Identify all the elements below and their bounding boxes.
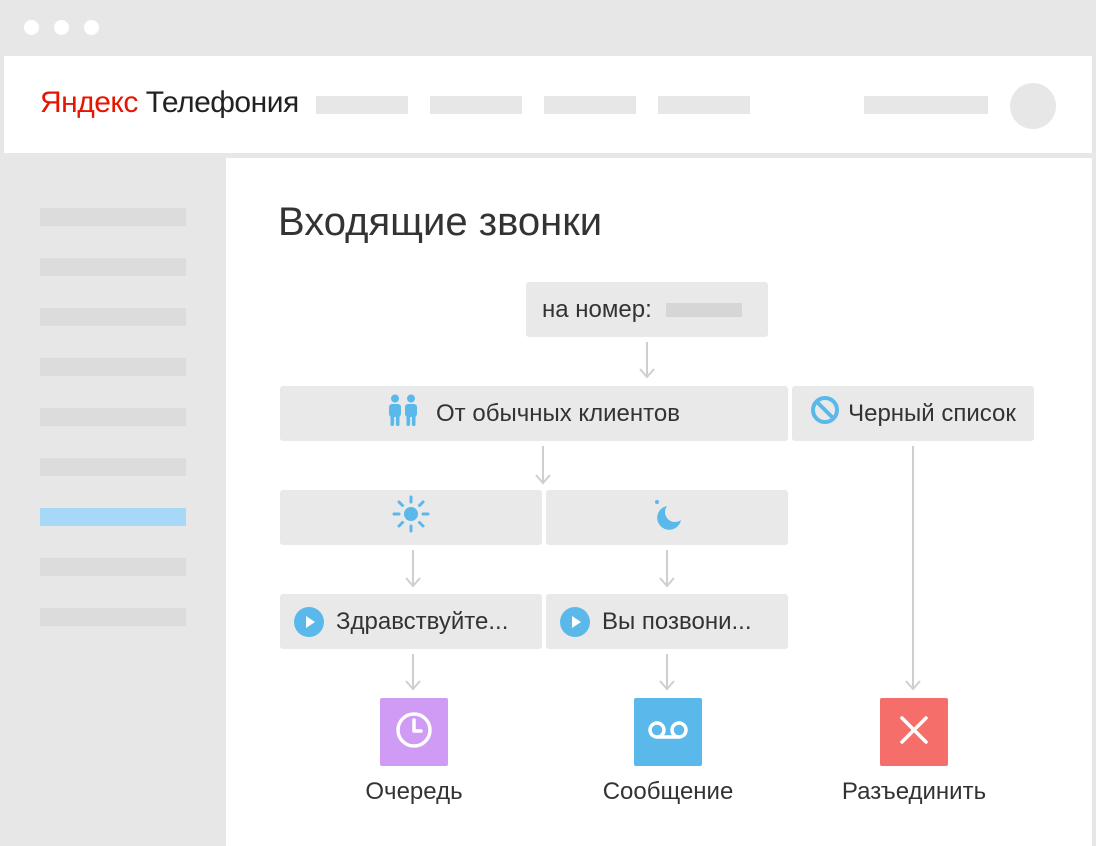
- voicemail-icon: [644, 715, 692, 750]
- disconnect-action[interactable]: [880, 698, 948, 766]
- play-icon[interactable]: [560, 606, 590, 637]
- nav-item-4[interactable]: [658, 96, 750, 114]
- nav-item-1[interactable]: [316, 96, 408, 114]
- play-icon[interactable]: [294, 606, 324, 637]
- day-schedule-node[interactable]: [280, 490, 542, 545]
- sidebar-item-incoming-calls[interactable]: [40, 508, 186, 526]
- sun-icon: [391, 494, 431, 541]
- sidebar-item[interactable]: [40, 208, 186, 226]
- window-dot-minimize[interactable]: [54, 20, 69, 35]
- logo-product: Телефония: [145, 86, 299, 119]
- blacklist-node[interactable]: Черный список: [792, 386, 1034, 441]
- phone-number-placeholder: [665, 302, 742, 317]
- sidebar-item[interactable]: [40, 458, 186, 476]
- sidebar-item[interactable]: [40, 608, 186, 626]
- account-name[interactable]: [864, 96, 988, 114]
- clock-icon: [394, 710, 434, 755]
- number-node[interactable]: на номер:: [526, 282, 768, 337]
- night-greeting-label: Вы позвони...: [602, 607, 752, 635]
- app-logo[interactable]: Яндекс Телефония: [40, 86, 299, 120]
- night-schedule-node[interactable]: [546, 490, 788, 545]
- logo-brand: Яндекс: [40, 86, 138, 119]
- sidebar-item[interactable]: [40, 358, 186, 376]
- sidebar-item[interactable]: [40, 558, 186, 576]
- sidebar-item[interactable]: [40, 408, 186, 426]
- day-greeting-node[interactable]: Здравствуйте...: [280, 594, 542, 649]
- regular-clients-label: От обычных клиентов: [436, 399, 680, 427]
- no-entry-icon: [810, 395, 840, 432]
- sidebar-item[interactable]: [40, 308, 186, 326]
- day-greeting-label: Здравствуйте...: [336, 607, 509, 635]
- close-icon: [897, 713, 931, 752]
- page-title: Входящие звонки: [278, 200, 603, 244]
- regular-clients-node[interactable]: От обычных клиентов: [280, 386, 788, 441]
- disconnect-label: Разъединить: [841, 778, 987, 805]
- night-greeting-node[interactable]: Вы позвони...: [546, 594, 788, 649]
- avatar[interactable]: [1010, 83, 1056, 129]
- people-icon: [388, 394, 418, 433]
- message-action[interactable]: [634, 698, 702, 766]
- moon-icon: [647, 494, 687, 541]
- nav-item-3[interactable]: [544, 96, 636, 114]
- nav-item-2[interactable]: [430, 96, 522, 114]
- app-header: Яндекс Телефония: [4, 56, 1092, 153]
- blacklist-label: Черный список: [848, 399, 1016, 427]
- sidebar-item[interactable]: [40, 258, 186, 276]
- message-label: Сообщение: [602, 778, 734, 805]
- queue-action[interactable]: [380, 698, 448, 766]
- window-dot-close[interactable]: [24, 20, 39, 35]
- queue-label: Очередь: [365, 778, 463, 805]
- window-dot-maximize[interactable]: [84, 20, 99, 35]
- number-node-label: на номер:: [542, 295, 652, 323]
